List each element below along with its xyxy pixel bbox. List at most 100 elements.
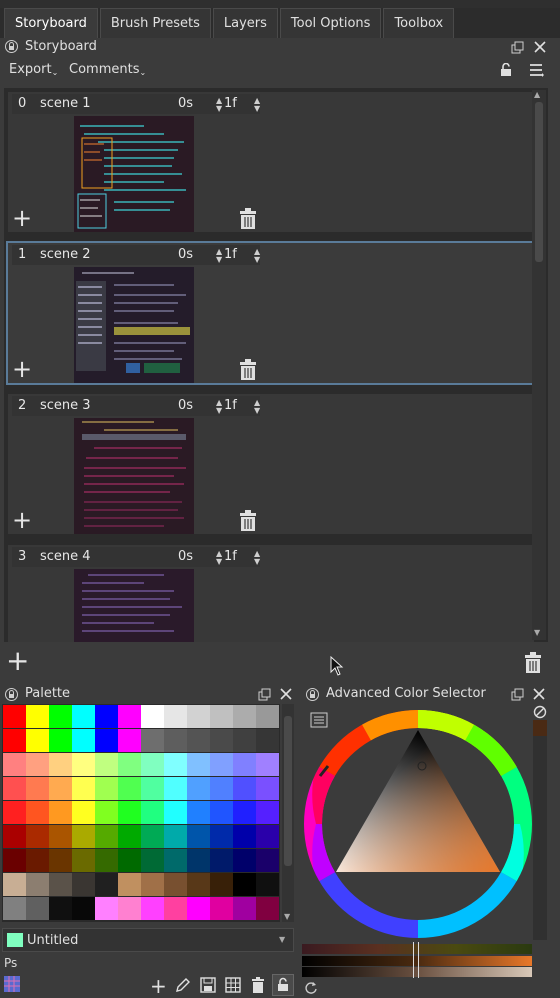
palette-swatch[interactable] [49,777,72,800]
lock-toggle-icon[interactable] [498,62,514,78]
palette-swatch[interactable] [233,825,256,848]
palette-swatch[interactable] [72,825,95,848]
palette-swatch[interactable] [141,705,164,728]
palette-swatch[interactable] [95,897,118,920]
float-icon[interactable] [510,40,524,54]
palette-swatch[interactable] [164,705,187,728]
palette-swatch[interactable] [95,825,118,848]
palette-swatch[interactable] [118,777,141,800]
palette-grid-icon[interactable] [4,976,20,996]
lock-icon[interactable] [4,39,18,53]
tab-storyboard[interactable]: Storyboard [4,8,98,38]
slider-handle[interactable] [413,942,419,978]
palette-swatch[interactable] [233,873,256,896]
palette-swatch[interactable] [118,729,141,752]
palette-swatch[interactable] [118,801,141,824]
palette-swatch[interactable] [26,825,49,848]
palette-swatch[interactable] [210,897,233,920]
scene-frames[interactable]: 1f [224,247,237,262]
palette-swatch[interactable] [26,777,49,800]
palette-swatch[interactable] [256,897,279,920]
scene-name[interactable]: scene 3 [40,398,91,413]
tab-brush-presets[interactable]: Brush Presets [99,8,211,38]
palette-swatch[interactable] [118,873,141,896]
palette-swatch[interactable] [72,753,95,776]
duration-spinner-icon[interactable]: ▲ ▼ [216,97,224,113]
palette-swatch[interactable] [210,825,233,848]
palette-swatch[interactable] [72,777,95,800]
tab-tool-options[interactable]: Tool Options [279,8,382,38]
scene-name[interactable]: scene 4 [40,549,91,564]
scrollbar-down-arrow[interactable]: ▼ [534,628,540,637]
palette-scrollbar[interactable]: ▼ [282,704,294,922]
palette-swatch[interactable] [164,897,187,920]
palette-swatch[interactable] [72,897,95,920]
scrollbar-up-arrow[interactable]: ▲ [534,90,540,99]
palette-swatch[interactable] [26,849,49,872]
palette-swatch[interactable] [49,873,72,896]
palette-swatch[interactable] [118,753,141,776]
scene-duration[interactable]: 0s [178,96,193,111]
float-icon[interactable] [257,687,271,701]
palette-swatch[interactable] [72,705,95,728]
palette-swatch[interactable] [210,777,233,800]
palette-swatch[interactable] [26,873,49,896]
storyboard-scene-list[interactable]: 0 scene 1 0s ▲ ▼ 1f ▲ ▼ + 1 scene 2 0s ▲… [4,88,548,642]
palette-swatch[interactable] [141,825,164,848]
palette-swatch[interactable] [26,753,49,776]
palette-swatch[interactable] [233,897,256,920]
palette-swatch[interactable] [3,801,26,824]
duration-spinner-icon[interactable]: ▲ ▼ [216,550,224,566]
palette-swatch[interactable] [164,753,187,776]
grid-icon[interactable] [225,977,241,997]
palette-swatch[interactable] [141,873,164,896]
palette-swatch[interactable] [3,729,26,752]
palette-swatch[interactable] [164,777,187,800]
palette-swatch[interactable] [141,753,164,776]
palette-swatch[interactable] [49,897,72,920]
duration-spinner-icon[interactable]: ▲ ▼ [216,248,224,264]
export-button[interactable]: Export⌄ [9,62,58,77]
palette-swatch[interactable] [256,801,279,824]
plus-icon[interactable]: + [12,508,32,532]
scene-item[interactable]: 0 scene 1 0s ▲ ▼ 1f ▲ ▼ + [6,90,536,234]
palette-swatch[interactable] [72,729,95,752]
palette-swatch[interactable] [187,825,210,848]
scene-duration[interactable]: 0s [178,247,193,262]
palette-swatch[interactable] [164,801,187,824]
palette-swatch[interactable] [95,873,118,896]
scene-item-selected[interactable]: 1 scene 2 0s ▲ ▼ 1f ▲ ▼ + [6,241,536,385]
palette-swatch[interactable] [118,825,141,848]
tab-layers[interactable]: Layers [212,8,278,38]
lock-toggle-icon[interactable] [272,974,294,996]
palette-swatch[interactable] [49,825,72,848]
scene-item[interactable]: 2 scene 3 0s ▲ ▼ 1f ▲ ▼ + [6,392,536,536]
palette-swatch[interactable] [95,849,118,872]
palette-swatch[interactable] [233,729,256,752]
frames-spinner-icon[interactable]: ▲ ▼ [254,97,262,113]
scrollbar-down-arrow[interactable]: ▼ [284,912,290,921]
palette-swatch[interactable] [164,729,187,752]
palette-swatch[interactable] [49,849,72,872]
scene-item[interactable]: 3 scene 4 0s ▲ ▼ 1f ▲ ▼ [6,543,536,642]
palette-swatch[interactable] [187,729,210,752]
frames-spinner-icon[interactable]: ▲ ▼ [254,248,262,264]
scene-frames[interactable]: 1f [224,398,237,413]
plus-icon[interactable]: + [150,974,167,998]
storyboard-scrollbar[interactable]: ▲ ▼ [532,90,546,640]
frames-spinner-icon[interactable]: ▲ ▼ [254,550,262,566]
palette-swatch[interactable] [26,729,49,752]
palette-swatch[interactable] [118,849,141,872]
palette-swatch[interactable] [118,897,141,920]
palette-swatch[interactable] [210,849,233,872]
palette-swatch[interactable] [210,705,233,728]
palette-swatch[interactable] [233,777,256,800]
palette-swatch[interactable] [141,849,164,872]
palette-swatch[interactable] [164,873,187,896]
palette-swatch[interactable] [118,705,141,728]
palette-swatch[interactable] [3,825,26,848]
scene-frames[interactable]: 1f [224,549,237,564]
palette-swatch[interactable] [141,897,164,920]
palette-swatch[interactable] [49,705,72,728]
palette-swatch[interactable] [187,849,210,872]
